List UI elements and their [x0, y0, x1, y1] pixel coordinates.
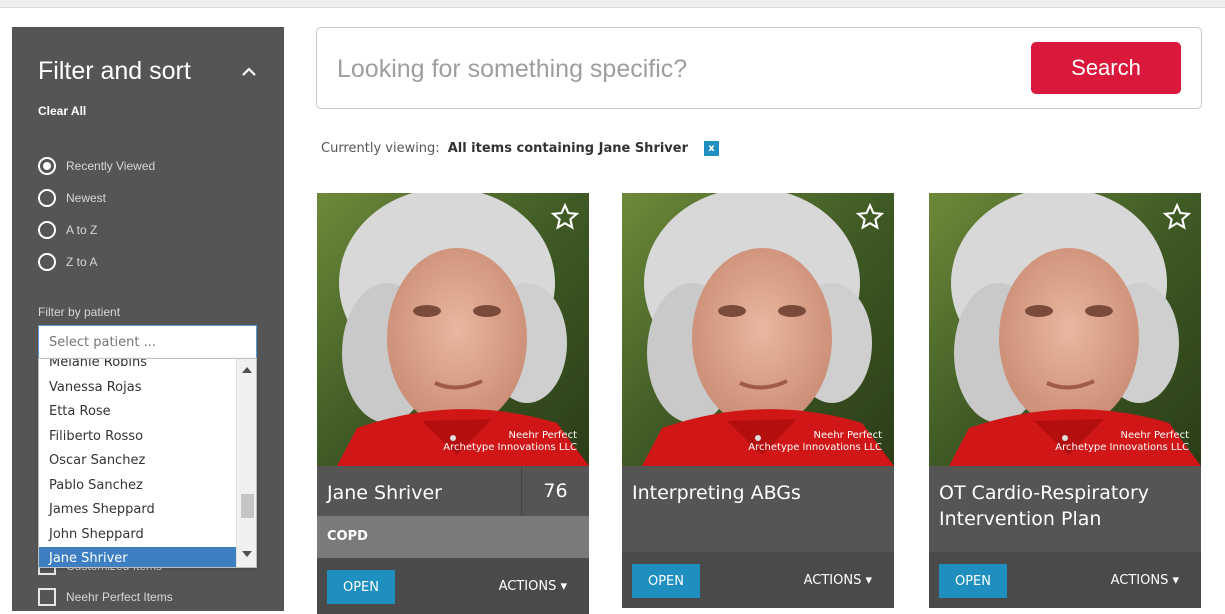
radio-icon[interactable]	[38, 253, 56, 271]
dropdown-scrollbar[interactable]	[236, 359, 256, 567]
dropdown-option[interactable]: Filiberto Rosso	[39, 425, 237, 450]
star-icon[interactable]	[551, 203, 579, 231]
dropdown-option[interactable]: Oscar Sanchez	[39, 449, 237, 474]
actions-button[interactable]: ACTIONS ▾	[1111, 573, 1179, 588]
actions-label: ACTIONS	[803, 573, 862, 588]
scrollbar-thumb[interactable]	[241, 494, 254, 518]
sort-newest[interactable]: Newest	[38, 188, 106, 208]
item-card[interactable]: Neehr Perfect Archetype Innovations LLC …	[317, 193, 589, 614]
card-tag: COPD	[317, 516, 589, 558]
watermark: Neehr Perfect Archetype Innovations LLC	[443, 430, 577, 454]
watermark-line: Neehr Perfect	[1120, 430, 1189, 441]
card-title-row: OT Cardio-Respiratory Intervention Plan	[929, 466, 1201, 552]
open-button[interactable]: OPEN	[632, 564, 700, 598]
star-icon[interactable]	[1163, 203, 1191, 231]
caret-down-icon: ▾	[1172, 573, 1179, 588]
sort-option-label: Newest	[66, 191, 107, 205]
card-image[interactable]: Neehr Perfect Archetype Innovations LLC	[929, 193, 1201, 466]
item-card[interactable]: Neehr Perfect Archetype Innovations LLC …	[622, 193, 894, 608]
sort-z-to-a[interactable]: Z to A	[38, 252, 97, 272]
viewing-filter: All items containing Jane Shriver	[447, 141, 689, 156]
viewing-prefix: Currently viewing:	[321, 141, 440, 156]
patient-photo	[622, 193, 894, 466]
radio-checked-icon[interactable]	[38, 157, 56, 175]
radio-icon[interactable]	[38, 189, 56, 207]
sort-recently-viewed[interactable]: Recently Viewed	[38, 156, 155, 176]
card-title-row: Jane Shriver 76	[317, 466, 589, 516]
card-title-row: Interpreting ABGs	[622, 466, 894, 552]
dropdown-option[interactable]: John Sheppard	[39, 523, 237, 548]
watermark: Neehr Perfect Archetype Innovations LLC	[1055, 430, 1189, 454]
watermark-line: Archetype Innovations LLC	[443, 442, 577, 453]
actions-button[interactable]: ACTIONS ▾	[804, 573, 872, 588]
open-button[interactable]: OPEN	[939, 564, 1007, 598]
open-button[interactable]: OPEN	[327, 570, 395, 604]
sort-a-to-z[interactable]: A to Z	[38, 220, 97, 240]
sidebar-title: Filter and sort	[38, 57, 191, 85]
patient-select-input[interactable]	[38, 325, 257, 359]
actions-label: ACTIONS	[498, 579, 557, 594]
filter-neehr-perfect-items[interactable]: Neehr Perfect Items	[38, 588, 173, 606]
clear-all-link[interactable]: Clear All	[38, 104, 86, 118]
sort-option-label: Recently Viewed	[66, 159, 156, 173]
scroll-down-icon[interactable]	[242, 551, 252, 557]
card-title[interactable]: Interpreting ABGs	[622, 466, 894, 506]
checkbox-label: Neehr Perfect Items	[66, 590, 173, 604]
card-image[interactable]: Neehr Perfect Archetype Innovations LLC	[317, 193, 589, 466]
card-footer: OPEN ACTIONS ▾	[929, 552, 1201, 608]
card-footer: OPEN ACTIONS ▾	[622, 552, 894, 608]
watermark-line: Archetype Innovations LLC	[748, 442, 882, 453]
filter-by-patient-label: Filter by patient	[38, 305, 121, 319]
chevron-up-icon[interactable]	[240, 63, 258, 81]
current-filter-bar: Currently viewing: All items containing …	[321, 141, 720, 156]
sort-option-label: A to Z	[66, 223, 98, 237]
watermark-line: Neehr Perfect	[508, 430, 577, 441]
caret-down-icon: ▾	[865, 573, 872, 588]
patient-dropdown-list: Melanie Robins Vanessa Rojas Etta Rose F…	[39, 359, 237, 567]
search-button[interactable]: Search	[1031, 42, 1181, 94]
patient-dropdown[interactable]: Melanie Robins Vanessa Rojas Etta Rose F…	[38, 358, 257, 568]
dropdown-option[interactable]: Melanie Robins	[39, 359, 237, 376]
radio-icon[interactable]	[38, 221, 56, 239]
top-bar	[0, 0, 1225, 8]
dropdown-option-selected[interactable]: Jane Shriver	[39, 547, 237, 567]
watermark: Neehr Perfect Archetype Innovations LLC	[748, 430, 882, 454]
item-card[interactable]: Neehr Perfect Archetype Innovations LLC …	[929, 193, 1201, 608]
watermark-line: Archetype Innovations LLC	[1055, 442, 1189, 453]
card-title[interactable]: OT Cardio-Respiratory Intervention Plan	[929, 466, 1201, 532]
search-bar: Search	[316, 27, 1202, 109]
watermark-line: Neehr Perfect	[813, 430, 882, 441]
actions-button[interactable]: ACTIONS ▾	[499, 579, 567, 594]
caret-down-icon: ▾	[560, 579, 567, 594]
patient-photo	[317, 193, 589, 466]
actions-label: ACTIONS	[1110, 573, 1169, 588]
dropdown-option[interactable]: Pablo Sanchez	[39, 474, 237, 499]
card-footer: OPEN ACTIONS ▾	[317, 558, 589, 614]
sort-option-label: Z to A	[66, 255, 98, 269]
search-input[interactable]	[337, 48, 1017, 90]
clear-filter-button[interactable]: x	[704, 141, 720, 156]
checkbox-icon[interactable]	[38, 588, 56, 606]
dropdown-option[interactable]: James Sheppard	[39, 498, 237, 523]
card-image[interactable]: Neehr Perfect Archetype Innovations LLC	[622, 193, 894, 466]
patient-photo	[929, 193, 1201, 466]
star-icon[interactable]	[856, 203, 884, 231]
dropdown-option[interactable]: Vanessa Rojas	[39, 376, 237, 401]
score-badge: 76	[521, 466, 589, 516]
scroll-up-icon[interactable]	[242, 367, 252, 373]
dropdown-option[interactable]: Etta Rose	[39, 400, 237, 425]
